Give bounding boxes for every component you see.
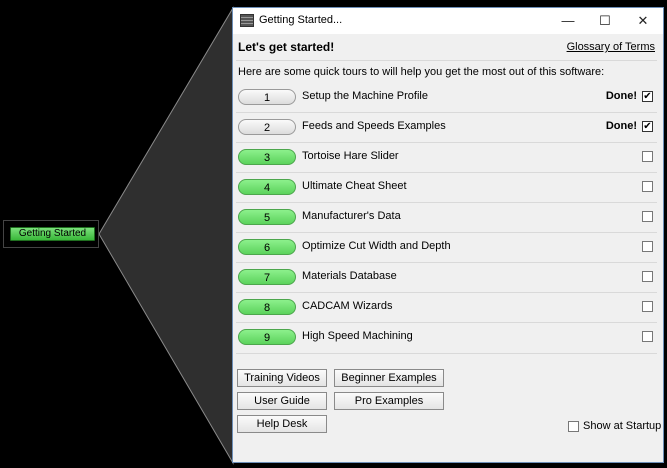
tour-complete-checkbox[interactable]: ✔ <box>642 121 653 132</box>
done-status: Done! <box>605 90 637 102</box>
tour-complete-checkbox[interactable] <box>642 181 653 192</box>
done-status: Done! <box>605 120 637 132</box>
tour-label: Setup the Machine Profile <box>302 90 428 102</box>
tour-3-button[interactable]: 3 <box>238 149 296 165</box>
tour-row: 5 Manufacturer's Data <box>233 203 663 233</box>
tour-8-button[interactable]: 8 <box>238 299 296 315</box>
divider <box>236 353 657 354</box>
show-at-startup-label: Show at Startup <box>583 420 662 432</box>
tour-label: Optimize Cut Width and Depth <box>302 240 451 252</box>
close-icon[interactable]: ✕ <box>624 8 662 34</box>
tour-4-button[interactable]: 4 <box>238 179 296 195</box>
help-desk-button[interactable]: Help Desk <box>237 415 327 433</box>
page-title: Let's get started! <box>238 40 335 54</box>
tour-complete-checkbox[interactable] <box>642 271 653 282</box>
tour-label: Tortoise Hare Slider <box>302 150 399 162</box>
tour-1-button[interactable]: 1 <box>238 89 296 105</box>
tour-6-button[interactable]: 6 <box>238 239 296 255</box>
tour-row: 1 Setup the Machine Profile Done! ✔ <box>233 83 663 113</box>
tour-5-button[interactable]: 5 <box>238 209 296 225</box>
tour-complete-checkbox[interactable] <box>642 241 653 252</box>
tour-label: Ultimate Cheat Sheet <box>302 180 407 192</box>
tour-label: High Speed Machining <box>302 330 413 342</box>
tour-row: 9 High Speed Machining <box>233 323 663 353</box>
tour-complete-checkbox[interactable] <box>642 151 653 162</box>
tour-2-button[interactable]: 2 <box>238 119 296 135</box>
tour-7-button[interactable]: 7 <box>238 269 296 285</box>
tour-row: 4 Ultimate Cheat Sheet <box>233 173 663 203</box>
app-window-icon <box>240 14 254 27</box>
beginner-examples-button[interactable]: Beginner Examples <box>334 369 444 387</box>
getting-started-launcher-button[interactable]: Getting Started <box>10 227 95 241</box>
tour-label: Feeds and Speeds Examples <box>302 120 446 132</box>
tour-label: CADCAM Wizards <box>302 300 393 312</box>
tour-row: 3 Tortoise Hare Slider <box>233 143 663 173</box>
show-at-startup-checkbox[interactable] <box>568 421 579 432</box>
tour-label: Materials Database <box>302 270 397 282</box>
tour-row: 6 Optimize Cut Width and Depth <box>233 233 663 263</box>
tour-complete-checkbox[interactable]: ✔ <box>642 91 653 102</box>
divider <box>236 60 657 61</box>
tour-complete-checkbox[interactable] <box>642 301 653 312</box>
tour-9-button[interactable]: 9 <box>238 329 296 345</box>
launcher-panel: Getting Started <box>3 220 99 248</box>
maximize-icon[interactable]: ☐ <box>586 8 624 34</box>
minimize-icon[interactable]: — <box>549 8 587 34</box>
tour-label: Manufacturer's Data <box>302 210 401 222</box>
glossary-of-terms-link[interactable]: Glossary of Terms <box>567 41 655 53</box>
getting-started-window: Getting Started... — ☐ ✕ Let's get start… <box>232 7 664 463</box>
intro-text: Here are some quick tours to will help y… <box>238 66 605 78</box>
tour-row: 2 Feeds and Speeds Examples Done! ✔ <box>233 113 663 143</box>
title-bar: Getting Started... — ☐ ✕ <box>233 8 663 34</box>
user-guide-button[interactable]: User Guide <box>237 392 327 410</box>
training-videos-button[interactable]: Training Videos <box>237 369 327 387</box>
pro-examples-button[interactable]: Pro Examples <box>334 392 444 410</box>
window-title: Getting Started... <box>259 14 343 26</box>
tour-row: 7 Materials Database <box>233 263 663 293</box>
tour-row: 8 CADCAM Wizards <box>233 293 663 323</box>
tour-complete-checkbox[interactable] <box>642 331 653 342</box>
tour-complete-checkbox[interactable] <box>642 211 653 222</box>
